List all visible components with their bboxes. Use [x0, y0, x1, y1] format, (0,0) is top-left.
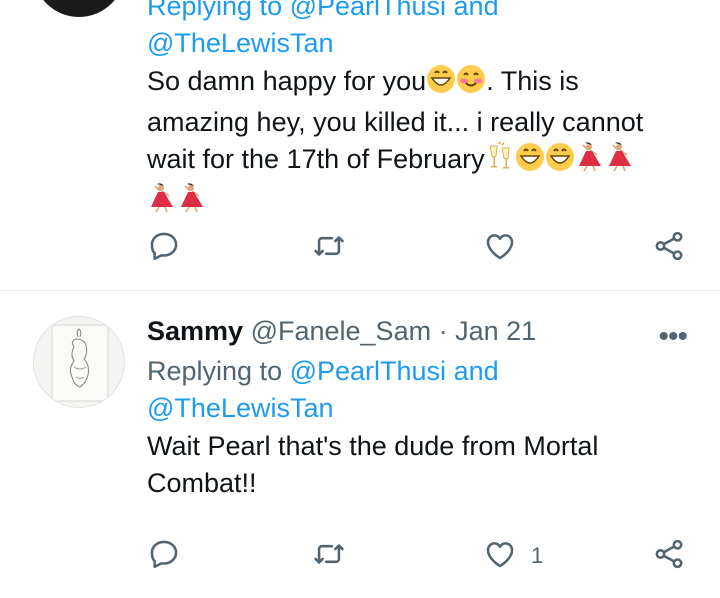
text-segment: So damn happy for you — [147, 66, 427, 96]
tweet-card[interactable]: ••• Sammy @Fanele_Sam · Jan 21 Replying … — [0, 291, 720, 598]
reply-context-partial: Replying to @PearlThusi and — [147, 0, 499, 21]
tweet-content: Replying to @PearlThusi and @TheLewisTan… — [147, 0, 696, 223]
tweet-text: So damn happy for you . This is amazing h… — [147, 63, 696, 223]
dancer-emoji-icon — [575, 142, 605, 182]
dancer-emoji-icon — [177, 183, 207, 223]
tweet-text: Wait Pearl that's the dude from Mortal C… — [147, 428, 696, 502]
reply-context: Replying to @PearlThusi and — [147, 0, 696, 25]
reply-button[interactable] — [147, 536, 181, 576]
clinking-glasses-emoji-icon — [485, 141, 515, 182]
retweet-icon — [312, 229, 346, 268]
tweet-header: Sammy @Fanele_Sam · Jan 21 — [147, 313, 696, 350]
avatar[interactable] — [33, 316, 125, 408]
text-segment: wait for the 17th of February — [147, 144, 485, 174]
mention-link[interactable]: @PearlThusi — [290, 356, 446, 386]
display-name[interactable]: Sammy — [147, 316, 243, 346]
grinning-emoji-icon — [515, 142, 545, 182]
like-button[interactable] — [483, 228, 517, 268]
reply-prefix: Replying to — [147, 356, 290, 386]
heart-icon — [483, 229, 517, 268]
user-handle[interactable]: @Fanele_Sam — [251, 316, 432, 346]
tweet-card[interactable]: Replying to @PearlThusi and @TheLewisTan… — [0, 0, 720, 290]
like-button[interactable]: 1 — [483, 536, 543, 576]
share-icon — [652, 537, 686, 576]
tweet-actions: 1 — [147, 536, 692, 576]
reply-context: Replying to @PearlThusi and — [147, 353, 696, 390]
share-button[interactable] — [652, 536, 686, 576]
share-button[interactable] — [652, 228, 686, 268]
mention-link[interactable]: @TheLewisTan — [147, 28, 334, 58]
mention-link[interactable]: @TheLewisTan — [147, 393, 334, 423]
avatar[interactable] — [33, 0, 125, 17]
reply-button[interactable] — [147, 228, 181, 268]
text-segment: Combat!! — [147, 468, 257, 498]
share-icon — [652, 229, 686, 268]
tweet-content: Sammy @Fanele_Sam · Jan 21 Replying to @… — [147, 313, 696, 502]
retweet-icon — [312, 537, 346, 576]
retweet-button[interactable] — [312, 536, 346, 576]
reply-context: @TheLewisTan — [147, 25, 696, 62]
grinning-emoji-icon — [545, 142, 575, 182]
line-art-figure-icon — [51, 324, 109, 402]
tweet-actions — [147, 228, 692, 268]
text-segment: Wait Pearl that's the dude from Mortal — [147, 431, 599, 461]
grinning-emoji-icon — [426, 64, 456, 104]
dancer-emoji-icon — [147, 183, 177, 223]
tweet-date[interactable]: Jan 21 — [455, 316, 536, 346]
comment-icon — [147, 229, 181, 268]
text-segment: . This is — [486, 66, 579, 96]
reply-context: @TheLewisTan — [147, 390, 696, 427]
retweet-button[interactable] — [312, 228, 346, 268]
text-segment: amazing hey, you killed it... i really c… — [147, 107, 644, 137]
reply-and[interactable]: and — [446, 356, 499, 386]
dancer-emoji-icon — [605, 142, 635, 182]
heart-icon — [483, 537, 517, 576]
separator: · — [431, 316, 456, 346]
comment-icon — [147, 537, 181, 576]
like-count: 1 — [531, 543, 544, 568]
blushing-emoji-icon — [456, 64, 486, 104]
